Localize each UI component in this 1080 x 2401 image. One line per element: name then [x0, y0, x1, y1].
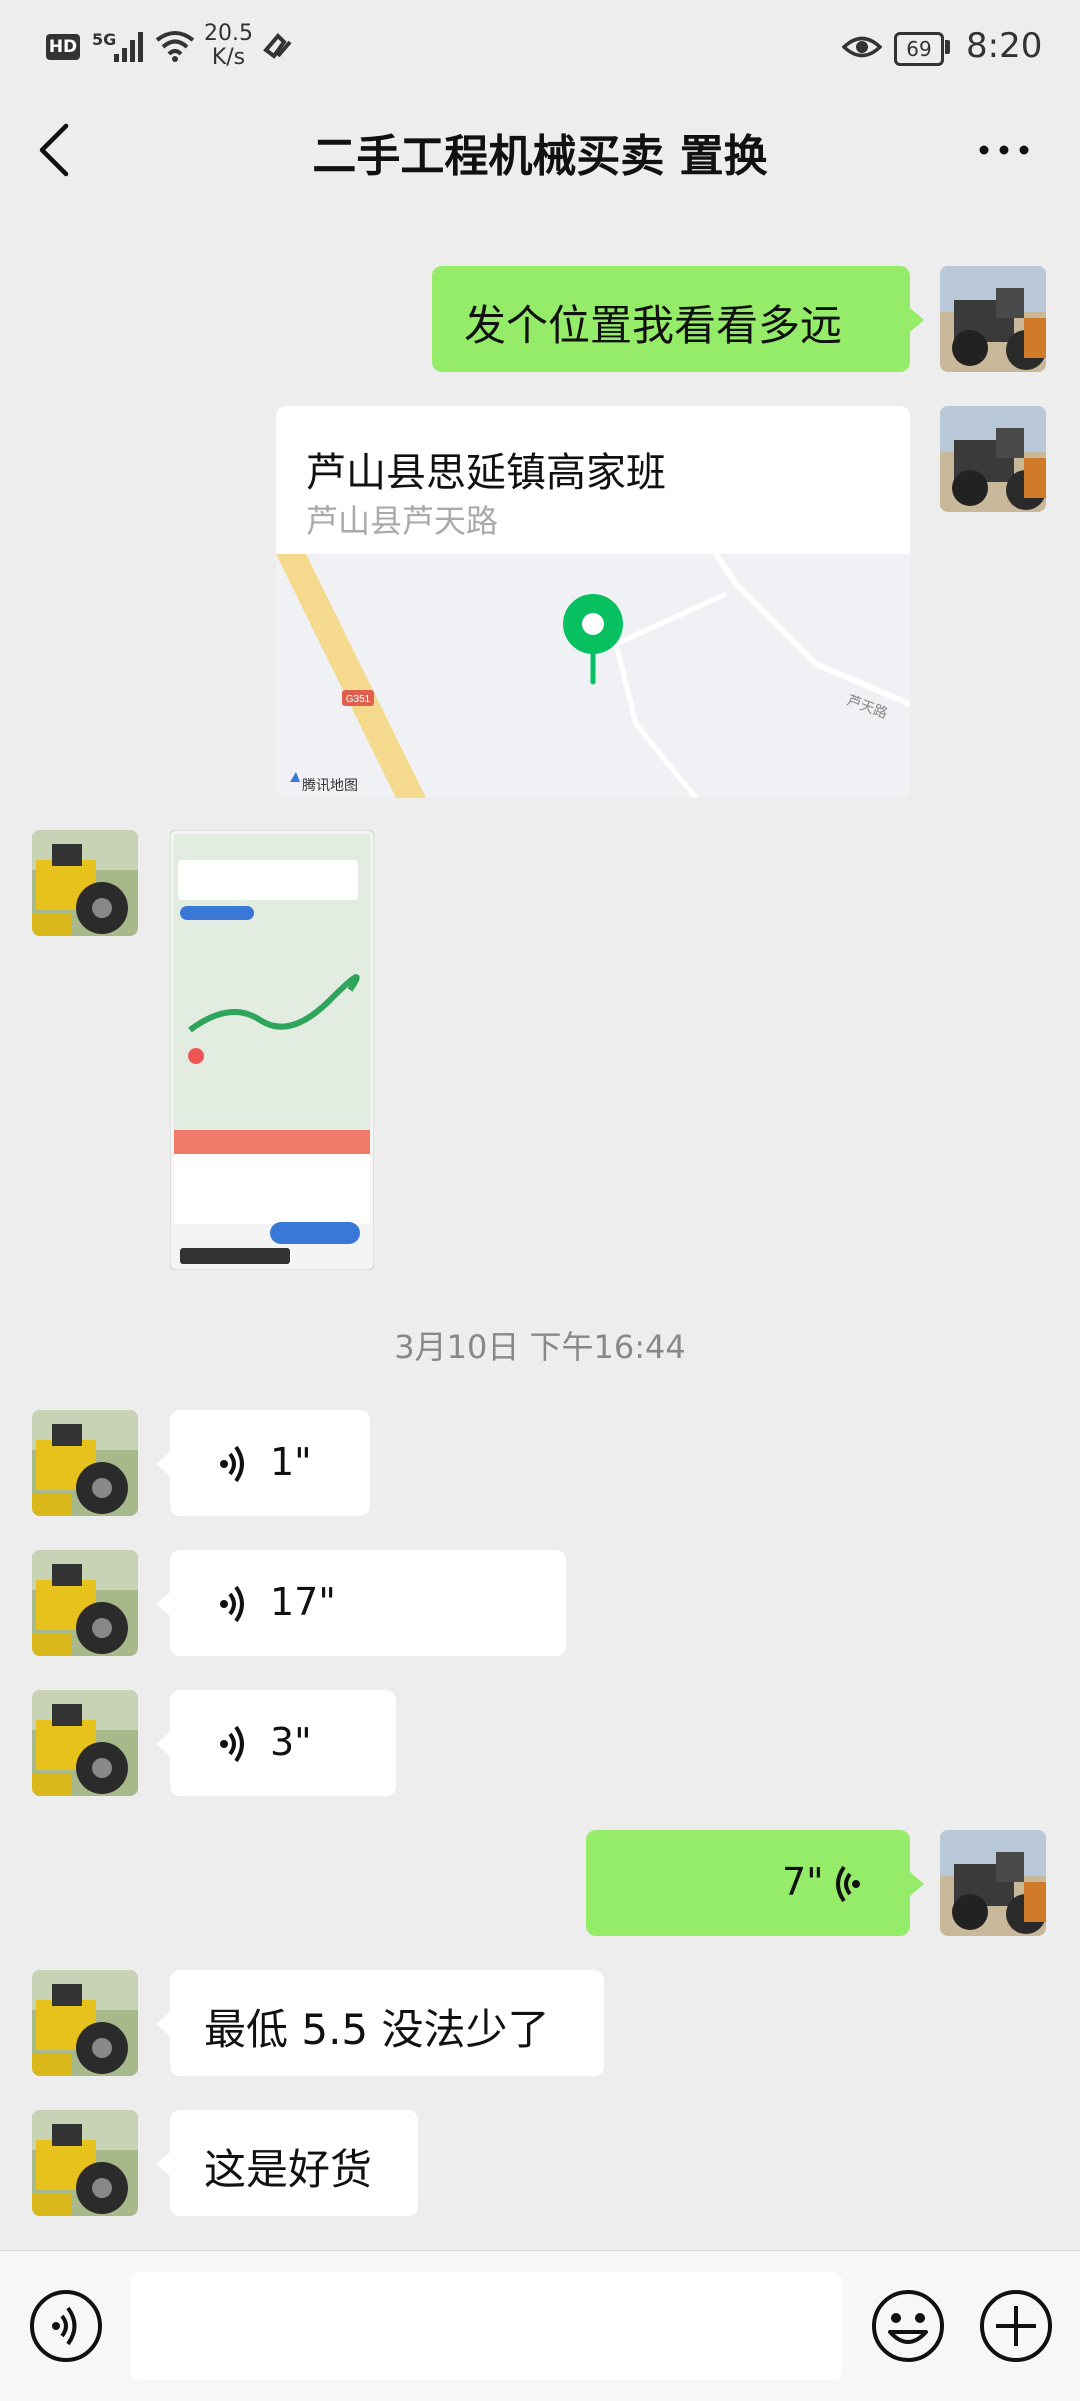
contact-avatar[interactable]	[32, 2110, 138, 2216]
contact-avatar[interactable]	[32, 830, 138, 936]
road-badge: G351	[346, 694, 371, 705]
bubble-tail	[156, 2012, 170, 2036]
bubble-tail	[156, 1452, 170, 1476]
loader-avatar-icon	[32, 1690, 138, 1796]
my-avatar[interactable]	[940, 406, 1046, 512]
emoji-icon[interactable]	[870, 2288, 946, 2364]
voice-wave-icon	[220, 1585, 244, 1623]
voice-wave-icon	[220, 1445, 244, 1483]
contact-avatar[interactable]	[32, 1690, 138, 1796]
incoming-text-message[interactable]: 最低 5.5 没法少了	[170, 1970, 604, 2076]
message-text: 最低 5.5 没法少了	[204, 2005, 550, 2054]
loader-avatar-icon	[32, 2110, 138, 2216]
message-input[interactable]	[130, 2272, 842, 2380]
plus-icon[interactable]	[978, 2288, 1054, 2364]
battery-indicator: 69	[894, 32, 944, 66]
eye-icon	[842, 36, 882, 58]
map-screenshot-image[interactable]	[170, 830, 374, 1270]
contact-avatar[interactable]	[32, 1410, 138, 1516]
voice-duration: 17"	[270, 1580, 336, 1624]
voice-message[interactable]: 1"	[170, 1410, 370, 1516]
chat-title: 二手工程机械买卖 置换	[312, 131, 768, 182]
nfc-icon	[263, 33, 292, 59]
location-map[interactable]: G351 芦天路 腾讯地图	[276, 554, 910, 798]
speed-unit: K/s	[211, 45, 246, 70]
voice-message[interactable]: 17"	[170, 1550, 566, 1656]
voice-duration: 7"	[782, 1860, 824, 1904]
contact-avatar[interactable]	[32, 1970, 138, 2076]
network-speed: 20.5 K/s	[204, 22, 253, 70]
bubble-tail	[156, 1732, 170, 1756]
signal-icon	[114, 32, 143, 62]
loader-avatar-icon	[940, 1830, 1046, 1936]
voice-wave-icon	[836, 1865, 860, 1903]
map-provider: 腾讯地图	[302, 777, 358, 794]
voice-wave-icon	[220, 1725, 244, 1763]
location-title: 芦山县思延镇高家班	[306, 450, 666, 496]
contact-avatar[interactable]	[32, 1550, 138, 1656]
location-address: 芦山县芦天路	[306, 502, 499, 540]
message-text: 发个位置我看看多远	[464, 301, 843, 350]
bubble-tail	[910, 308, 924, 332]
location-message[interactable]: 芦山县思延镇高家班 芦山县芦天路 G351 芦天路 腾讯地图	[276, 406, 910, 798]
voice-duration: 3"	[270, 1720, 312, 1764]
loader-avatar-icon	[32, 830, 138, 936]
loader-avatar-icon	[32, 1410, 138, 1516]
outgoing-voice-message[interactable]: 7"	[586, 1830, 910, 1936]
incoming-text-message[interactable]: 这是好货	[170, 2110, 418, 2216]
speed-value: 20.5	[204, 21, 253, 46]
loader-avatar-icon	[32, 1550, 138, 1656]
battery-cap	[945, 40, 950, 54]
more-options-icon[interactable]	[976, 140, 1032, 160]
loader-avatar-icon	[940, 266, 1046, 372]
bubble-tail	[910, 1872, 924, 1896]
bubble-tail	[156, 2152, 170, 2176]
status-bar: HD 5G 20.5 K/s 69 8:20	[0, 0, 1080, 96]
voice-message[interactable]: 3"	[170, 1690, 396, 1796]
voice-duration: 1"	[270, 1440, 312, 1484]
timestamp: 3月10日 下午16:44	[394, 1328, 686, 1366]
wifi-icon	[155, 31, 195, 62]
loader-avatar-icon	[32, 1970, 138, 2076]
loader-avatar-icon	[940, 406, 1046, 512]
my-avatar[interactable]	[940, 266, 1046, 372]
outgoing-text-message[interactable]: 发个位置我看看多远	[432, 266, 910, 372]
bubble-tail	[156, 1592, 170, 1616]
message-text: 这是好货	[204, 2145, 373, 2194]
hd-badge: HD	[46, 34, 80, 60]
voice-input-icon[interactable]	[28, 2288, 104, 2364]
clock: 8:20	[966, 26, 1043, 66]
my-avatar[interactable]	[940, 1830, 1046, 1936]
